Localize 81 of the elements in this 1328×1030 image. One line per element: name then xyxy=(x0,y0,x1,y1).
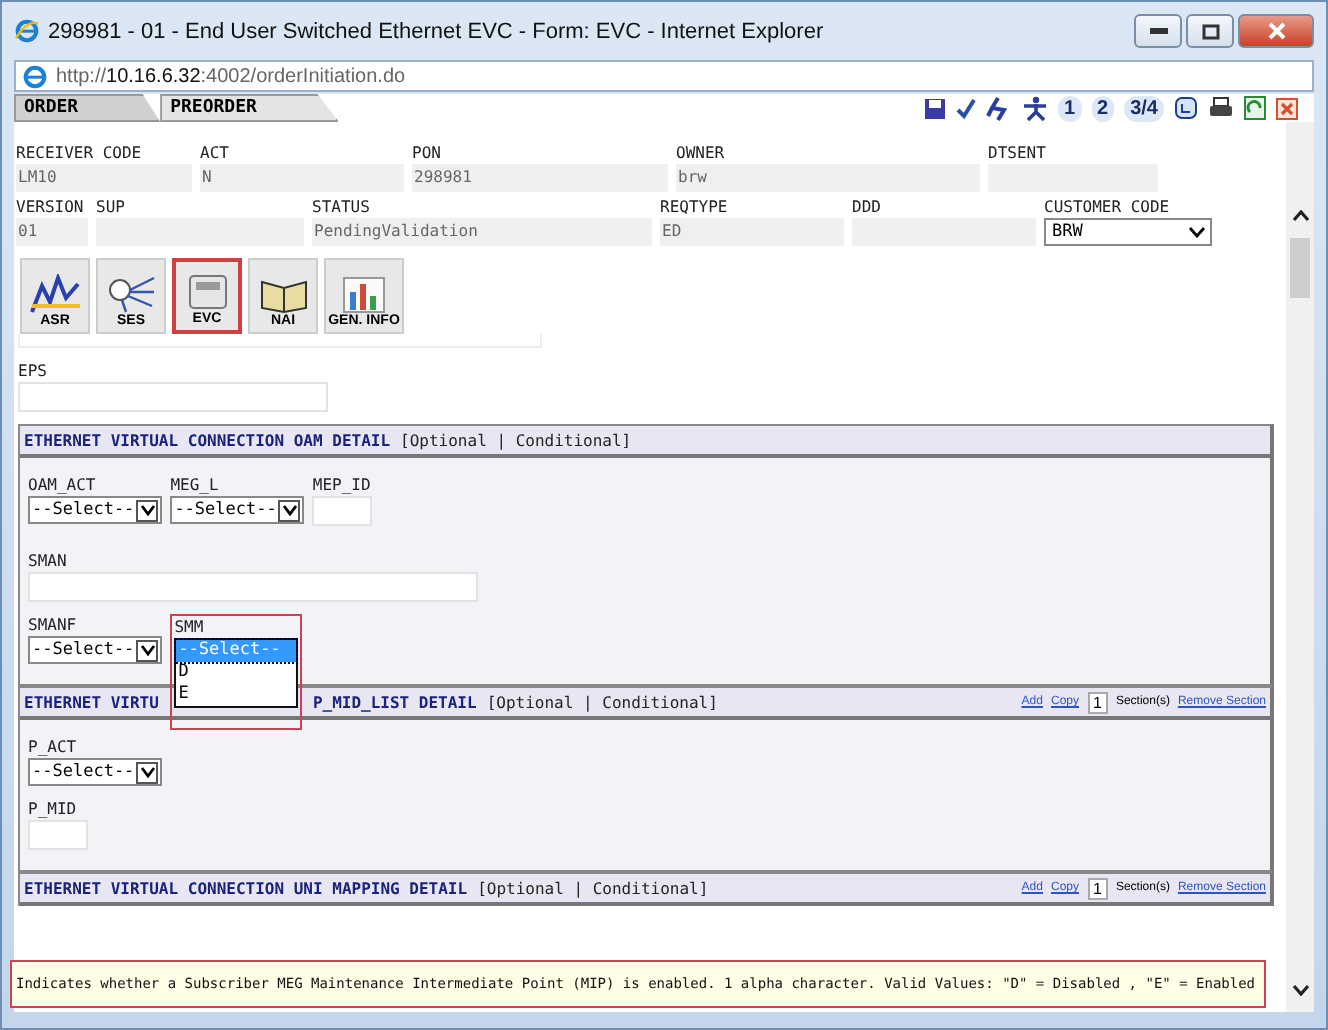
section-note: [Optional | Conditional] xyxy=(400,431,632,449)
scrollbar[interactable] xyxy=(1286,122,1314,1012)
chevron-down-icon xyxy=(139,504,156,516)
input-field[interactable] xyxy=(28,820,88,850)
field-label: STATUS xyxy=(312,196,372,218)
chevron-down-icon xyxy=(139,766,156,778)
close-icon xyxy=(1267,22,1285,40)
chart-icon xyxy=(29,274,81,314)
input-field[interactable]: ED xyxy=(660,218,844,246)
maximize-button[interactable] xyxy=(1186,14,1234,48)
dropdown-field[interactable]: --Select-- xyxy=(170,496,305,524)
input-field[interactable] xyxy=(18,334,542,348)
field-label: OAM_ACT xyxy=(28,474,98,496)
field-label: EPS xyxy=(18,360,49,382)
window-title: 298981 - 01 - End User Switched Ethernet EVC - Form: EVC - Internet Explorer xyxy=(48,19,826,43)
chevron-up-icon xyxy=(1291,210,1309,222)
network-icon xyxy=(105,274,157,314)
page-button[interactable]: 2 xyxy=(1091,95,1115,121)
input-field[interactable]: LM10 xyxy=(16,164,192,192)
chevron-down-icon xyxy=(281,504,298,516)
chevron-down-icon xyxy=(1188,226,1206,238)
save-icon[interactable] xyxy=(923,97,946,119)
address-url[interactable]: http://10.16.6.32:4002/orderInitiation.do xyxy=(56,65,406,87)
input-field[interactable]: PendingValidation xyxy=(312,218,652,246)
section-title: ETHERNET VIRTUAL CONNECTION OAM DETAIL xyxy=(24,431,391,449)
section-note: [Optional | Conditional] xyxy=(477,879,709,897)
field-label: P_MID xyxy=(28,798,77,820)
nav-tab[interactable]: ORDER xyxy=(14,94,161,122)
section-title: ETHERNET VIRTU xyxy=(24,693,159,711)
field-label: PON xyxy=(412,142,443,164)
input-field[interactable]: 01 xyxy=(16,218,88,246)
field-label: MEG_L xyxy=(170,474,221,496)
field-label: VERSION xyxy=(16,196,86,218)
nav-tab[interactable]: PREORDER xyxy=(160,94,339,122)
count-field[interactable]: 1 xyxy=(1087,691,1108,713)
field-label: REQTYPE xyxy=(660,196,730,218)
minimize-button[interactable] xyxy=(1134,14,1182,48)
field-label: MEP_ID xyxy=(312,474,373,496)
dropdown-field[interactable]: --Select-- xyxy=(28,636,163,664)
page-button[interactable]: 1 xyxy=(1057,95,1082,121)
dropdown-field[interactable]: BRW xyxy=(1044,218,1212,246)
section-title: P_MID_LIST DETAIL xyxy=(312,693,477,711)
field-label: DTSENT xyxy=(988,142,1048,164)
section-title: ETHERNET VIRTUAL CONNECTION UNI MAPPING DETAIL xyxy=(24,879,468,897)
close-icon[interactable] xyxy=(1276,97,1298,119)
section-note: [Optional | Conditional] xyxy=(486,693,718,711)
scroll-thumb[interactable] xyxy=(1290,238,1310,298)
input-field[interactable]: N xyxy=(200,164,404,192)
browser-icon xyxy=(14,18,40,44)
checkmark-icon[interactable] xyxy=(955,97,976,119)
field-label: SMANF xyxy=(28,614,79,636)
chevron-down-icon xyxy=(1291,984,1309,996)
input-field[interactable] xyxy=(28,572,478,602)
printer-icon[interactable] xyxy=(1208,96,1234,120)
field-label: OWNER xyxy=(676,142,727,164)
dropdown-field[interactable]: --Select-- xyxy=(28,496,163,524)
field-label: DDD xyxy=(852,196,883,218)
dropdown-option[interactable]: E xyxy=(176,684,297,706)
dropdown-option[interactable]: D xyxy=(176,662,297,684)
count-field[interactable]: 1 xyxy=(1087,877,1108,899)
dropdown-field[interactable]: --Select-- xyxy=(28,758,163,786)
input-field[interactable]: brw xyxy=(676,164,980,192)
document-icon[interactable] xyxy=(1174,96,1198,120)
field-label: SUP xyxy=(96,196,127,218)
chevron-down-icon xyxy=(139,644,156,656)
browser-icon xyxy=(22,63,48,89)
close-button[interactable] xyxy=(1238,14,1314,48)
bar-chart-icon xyxy=(338,274,390,314)
field-label: ACT xyxy=(200,142,231,164)
page-button[interactable]: 3/4 xyxy=(1124,95,1164,121)
input-field[interactable] xyxy=(18,382,328,412)
refresh-icon[interactable] xyxy=(1244,96,1266,120)
maximize-icon xyxy=(1201,23,1219,39)
field-label: RECEIVER CODE xyxy=(16,142,144,164)
field-label: SMAN xyxy=(28,550,67,572)
input-field[interactable]: 298981 xyxy=(412,164,668,192)
input-field[interactable] xyxy=(312,496,373,526)
minimize-icon xyxy=(1149,28,1167,34)
field-label: CUSTOMER CODE xyxy=(1044,196,1172,218)
field-label: SMM xyxy=(174,616,206,638)
field-label: P_ACT xyxy=(28,736,77,758)
